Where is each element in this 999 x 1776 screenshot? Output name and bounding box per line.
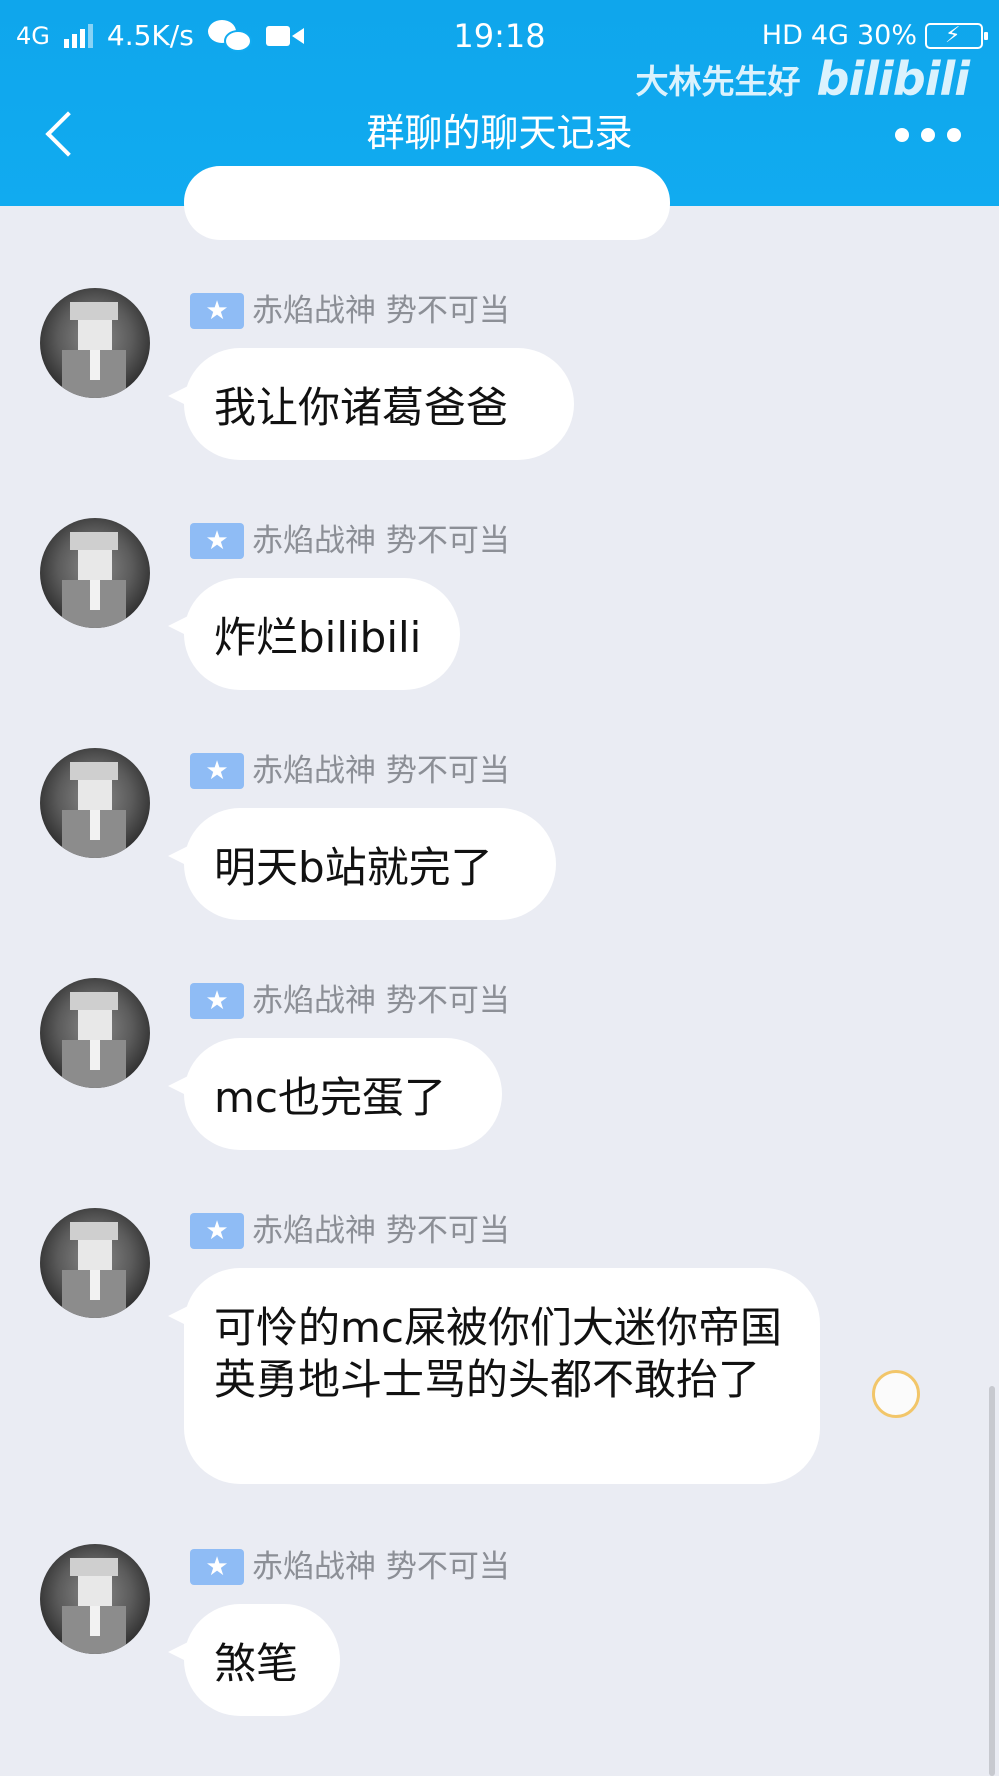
message-bubble[interactable]: 我让你诸葛爸爸 <box>168 348 574 460</box>
avatar[interactable] <box>40 748 150 858</box>
avatar[interactable] <box>40 1208 150 1318</box>
more-dots-icon <box>895 128 909 142</box>
message-bubble[interactable]: 可怜的mc屎被你们大迷你帝国英勇地斗士骂的头都不敢抬了 <box>168 1268 820 1484</box>
sender-name: 赤焰战神 势不可当 <box>252 293 510 329</box>
avatar[interactable] <box>40 288 150 398</box>
battery-percent: 30% <box>856 20 917 51</box>
message-bubble[interactable]: 煞笔 <box>168 1604 340 1716</box>
more-options-button[interactable] <box>895 118 961 152</box>
previous-message-bubble <box>184 166 670 240</box>
sender-name: 赤焰战神 势不可当 <box>252 1549 510 1585</box>
scrollbar[interactable] <box>989 1386 995 1776</box>
sender-name: 赤焰战神 势不可当 <box>252 1213 510 1249</box>
message-bubble[interactable]: 炸烂bilibili <box>168 578 460 690</box>
member-star-badge: ★ <box>190 293 244 329</box>
member-star-badge: ★ <box>190 1213 244 1249</box>
sender-row: ★ 赤焰战神 势不可当 <box>190 292 510 330</box>
battery-icon: ⚡ <box>925 23 988 49</box>
sender-row: ★ 赤焰战神 势不可当 <box>190 522 510 560</box>
status-bar-right: HD 4G 30% ⚡ <box>761 16 988 56</box>
sender-row: ★ 赤焰战神 势不可当 <box>190 752 510 790</box>
avatar[interactable] <box>40 1544 150 1654</box>
sender-name: 赤焰战神 势不可当 <box>252 753 510 789</box>
page-title: 群聊的聊天记录 <box>366 111 633 155</box>
hd-indicator: HD <box>761 20 803 51</box>
sender-row: ★ 赤焰战神 势不可当 <box>190 1212 510 1250</box>
floating-assistive-button[interactable] <box>872 1370 920 1418</box>
message-bubble[interactable]: mc也完蛋了 <box>168 1038 502 1150</box>
chat-history[interactable]: ★ 赤焰战神 势不可当 我让你诸葛爸爸 ★ 赤焰战神 势不可当 炸烂bilibi… <box>0 166 999 1776</box>
sender-row: ★ 赤焰战神 势不可当 <box>190 1548 510 1586</box>
member-star-badge: ★ <box>190 1549 244 1585</box>
sender-name: 赤焰战神 势不可当 <box>252 983 510 1019</box>
sender-row: ★ 赤焰战神 势不可当 <box>190 982 510 1020</box>
sender-name: 赤焰战神 势不可当 <box>252 523 510 559</box>
message-bubble[interactable]: 明天b站就完了 <box>168 808 556 920</box>
avatar[interactable] <box>40 978 150 1088</box>
member-star-badge: ★ <box>190 753 244 789</box>
avatar[interactable] <box>40 518 150 628</box>
member-star-badge: ★ <box>190 523 244 559</box>
member-star-badge: ★ <box>190 983 244 1019</box>
net-type-indicator: 4G <box>810 20 849 51</box>
